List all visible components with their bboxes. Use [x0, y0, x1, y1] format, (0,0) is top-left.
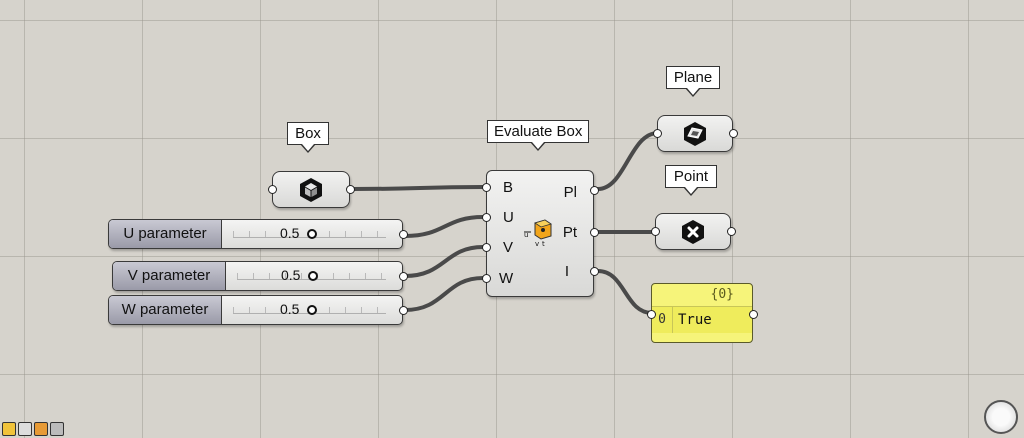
slider-knob[interactable] [307, 305, 317, 315]
box-parameter[interactable] [268, 171, 355, 208]
slider-output-grip[interactable] [399, 272, 408, 281]
wire-pl-to-plane [596, 131, 660, 191]
panel-row-value: True [678, 312, 712, 328]
input-b-label: B [503, 179, 514, 196]
output-i-grip[interactable] [590, 267, 599, 276]
slider-output-grip[interactable] [399, 306, 408, 315]
w-parameter-slider[interactable]: W parameter 0.5 [108, 295, 408, 325]
output-pl-label: Pl [563, 184, 577, 201]
slider-knob[interactable] [307, 229, 317, 239]
slider-value: 0.5 [280, 301, 300, 317]
panel-row: 0 True [652, 307, 752, 333]
wire-i-to-panel [596, 269, 654, 315]
wire-box-to-b [351, 185, 485, 191]
output-i-label: I [564, 263, 569, 280]
slider-value: 0.5 [280, 225, 300, 241]
v-parameter-slider[interactable]: V parameter 0.5 [112, 261, 408, 291]
evaluate-box-component[interactable]: B U V W Pl Pt I u v t [482, 170, 599, 297]
input-u-label: U [503, 209, 514, 226]
slider-value: 0.5 [281, 267, 301, 283]
input-w-grip[interactable] [482, 274, 491, 283]
canvas-navigation-icon[interactable] [984, 400, 1018, 434]
plane-icon [684, 122, 706, 146]
wire-u-to-u [403, 215, 485, 238]
point-x-icon [682, 220, 704, 244]
point-input-grip[interactable] [651, 227, 660, 236]
wire-v-to-v [403, 245, 485, 278]
plane-label: Plane [666, 66, 720, 97]
input-u-grip[interactable] [482, 213, 491, 222]
input-v-grip[interactable] [482, 243, 491, 252]
output-pt-label: Pt [562, 224, 577, 241]
slider-name: W parameter [109, 296, 222, 324]
box-input-grip[interactable] [268, 185, 277, 194]
svg-text:v: v [535, 240, 539, 247]
input-v-label: V [503, 239, 514, 256]
slider-name: V parameter [113, 262, 226, 290]
boolean-panel[interactable]: {0} 0 True [647, 283, 758, 343]
point-parameter[interactable] [651, 213, 736, 250]
box-label: Box [287, 122, 329, 153]
panel-path: {0} [652, 284, 752, 307]
grasshopper-canvas[interactable]: Box U parameter 0.5 V parameter 0.5 W pa… [0, 0, 1024, 438]
plane-input-grip[interactable] [653, 129, 662, 138]
plane-output-grip[interactable] [729, 129, 738, 138]
tray-icon-3[interactable] [34, 422, 48, 436]
slider-knob[interactable] [308, 271, 318, 281]
wire-w-to-w [403, 276, 485, 312]
evaluate-box-label: Evaluate Box [487, 120, 589, 151]
input-w-label: W [499, 270, 514, 287]
output-pt-grip[interactable] [590, 228, 599, 237]
tray-icon-4[interactable] [50, 422, 64, 436]
panel-output-grip[interactable] [749, 310, 758, 319]
canvas-tray [2, 422, 64, 436]
output-pl-grip[interactable] [590, 186, 599, 195]
evaluate-box-icon: u v t [524, 219, 552, 247]
box-cube-icon [300, 178, 322, 202]
u-parameter-slider[interactable]: U parameter 0.5 [108, 219, 408, 249]
panel-input-grip[interactable] [647, 310, 656, 319]
slider-output-grip[interactable] [399, 230, 408, 239]
point-label: Point [665, 165, 717, 196]
svg-text:t: t [542, 240, 545, 247]
point-output-grip[interactable] [727, 227, 736, 236]
plane-parameter[interactable] [653, 115, 738, 152]
tray-icon-1[interactable] [2, 422, 16, 436]
box-output-grip[interactable] [346, 185, 355, 194]
slider-name: U parameter [109, 220, 222, 248]
input-b-grip[interactable] [482, 183, 491, 192]
tray-icon-2[interactable] [18, 422, 32, 436]
